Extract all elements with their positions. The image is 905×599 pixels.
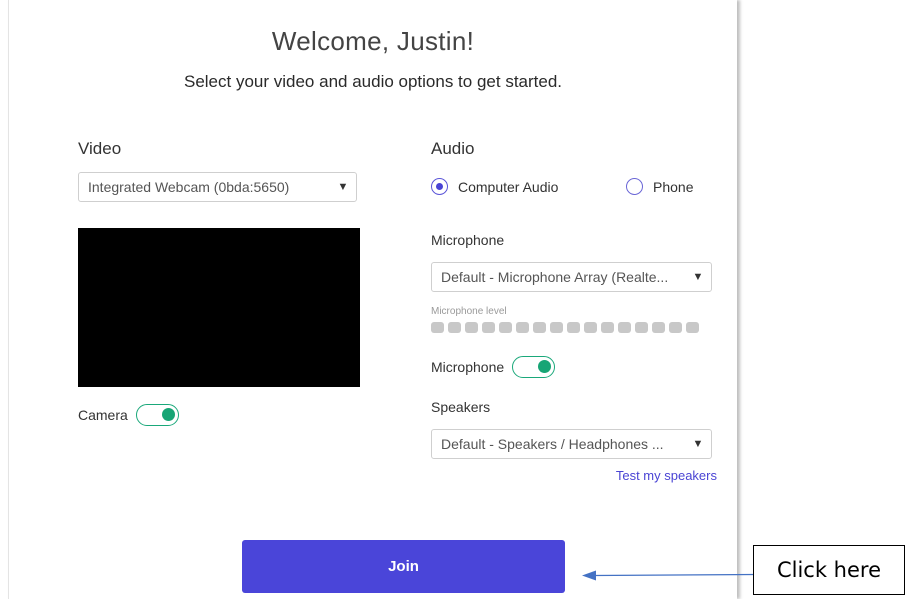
- radio-phone-label: Phone: [653, 178, 694, 195]
- mic-level-segment: [652, 322, 665, 333]
- mic-level-segment: [584, 322, 597, 333]
- radio-checked-icon: [431, 178, 448, 195]
- camera-select[interactable]: Integrated Webcam (0bda:5650) ▼: [78, 172, 357, 202]
- screenshot-stage: Welcome, Justin! Select your video and a…: [0, 0, 905, 599]
- microphone-toggle-row: Microphone: [431, 356, 556, 378]
- camera-preview: [78, 228, 360, 387]
- chevron-down-icon: ▼: [692, 438, 704, 450]
- mic-level-segment: [482, 322, 495, 333]
- toggle-knob: [538, 360, 552, 373]
- video-section-label: Video: [78, 139, 122, 158]
- microphone-heading: Microphone: [431, 232, 505, 248]
- speakers-heading: Speakers: [431, 399, 491, 415]
- join-settings-card: Welcome, Justin! Select your video and a…: [8, 0, 737, 599]
- mic-level-segment: [499, 322, 512, 333]
- join-button[interactable]: Join: [242, 540, 565, 593]
- mic-level-segment: [516, 322, 529, 333]
- click-here-callout: Click here: [753, 545, 905, 595]
- speakers-select[interactable]: Default - Speakers / Headphones ... ▼: [431, 429, 712, 459]
- mic-level-segment: [431, 322, 444, 333]
- mic-level-segment: [635, 322, 648, 333]
- microphone-select-value: Default - Microphone Array (Realte...: [441, 269, 669, 285]
- camera-toggle-label: Camera: [78, 407, 128, 423]
- microphone-toggle-label: Microphone: [431, 359, 505, 375]
- camera-select-value: Integrated Webcam (0bda:5650): [88, 179, 290, 195]
- chevron-down-icon: ▼: [692, 271, 704, 283]
- annotation-arrow-icon: [582, 570, 755, 581]
- toggle-knob: [161, 408, 175, 421]
- test-speakers-link[interactable]: Test my speakers: [599, 468, 717, 483]
- microphone-level-meter: [431, 322, 703, 333]
- mic-level-segment: [533, 322, 546, 333]
- mic-level-segment: [567, 322, 580, 333]
- radio-computer-audio[interactable]: Computer Audio: [431, 178, 558, 195]
- mic-level-segment: [465, 322, 478, 333]
- mic-level-segment: [448, 322, 461, 333]
- microphone-toggle[interactable]: [512, 356, 556, 378]
- mic-level-segment: [618, 322, 631, 333]
- page-title: Welcome, Justin!: [271, 26, 475, 56]
- speakers-select-value: Default - Speakers / Headphones ...: [441, 436, 664, 452]
- camera-toggle-row: Camera: [78, 404, 179, 426]
- microphone-select[interactable]: Default - Microphone Array (Realte... ▼: [431, 262, 712, 292]
- microphone-level-label: Microphone level: [431, 306, 507, 317]
- chevron-down-icon: ▼: [337, 181, 349, 193]
- mic-level-segment: [686, 322, 699, 333]
- page-subtitle: Select your video and audio options to g…: [183, 72, 563, 91]
- mic-level-segment: [601, 322, 614, 333]
- radio-unchecked-icon: [626, 178, 643, 195]
- radio-computer-audio-label: Computer Audio: [458, 178, 559, 195]
- mic-level-segment: [669, 322, 682, 333]
- camera-toggle[interactable]: [135, 404, 179, 426]
- audio-section-label: Audio: [431, 139, 475, 158]
- radio-phone[interactable]: Phone: [626, 178, 693, 195]
- mic-level-segment: [550, 322, 563, 333]
